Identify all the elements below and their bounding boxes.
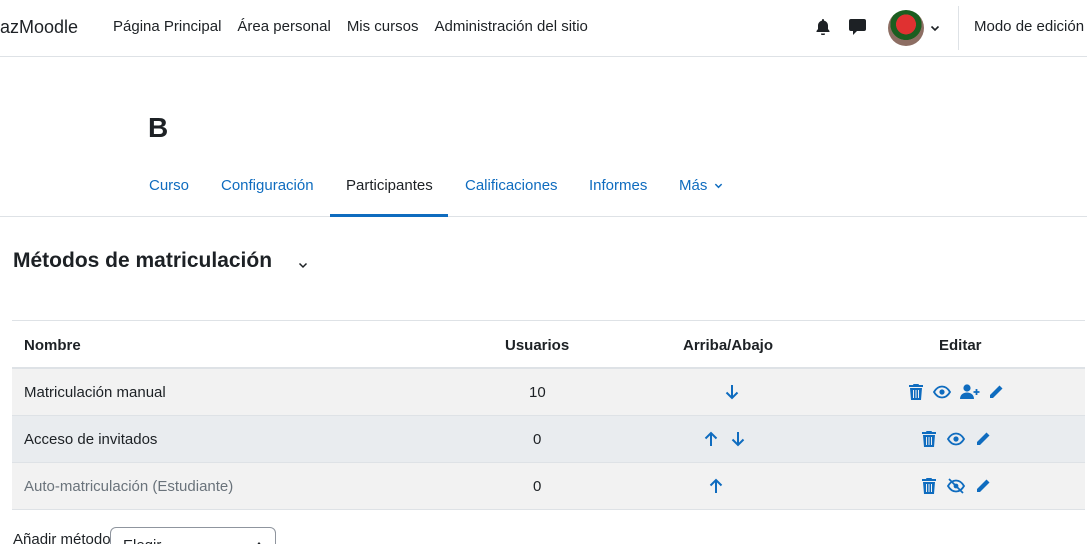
method-users: 0 — [533, 431, 542, 448]
table-row: Matriculación manual 10 — [12, 369, 1085, 416]
tab-more[interactable]: Más — [679, 163, 723, 217]
tab-reports[interactable]: Informes — [589, 163, 647, 217]
header-updown: Arriba/Abajo — [683, 337, 774, 354]
tab-grades[interactable]: Calificaciones — [465, 163, 558, 217]
nav-item-site-admin[interactable]: Administración del sitio — [435, 18, 588, 35]
chat-icon[interactable] — [848, 18, 866, 36]
chevron-down-icon[interactable] — [298, 257, 308, 275]
eye-slash-icon[interactable] — [947, 477, 965, 495]
user-avatar[interactable] — [888, 10, 924, 46]
header-users: Usuarios — [505, 337, 570, 354]
trash-icon[interactable] — [907, 383, 925, 401]
pencil-icon[interactable] — [987, 383, 1005, 401]
table-row: Acceso de invitados 0 — [12, 416, 1085, 463]
arrow-down-icon[interactable] — [723, 383, 741, 401]
edit-mode-toggle[interactable]: Modo de edición — [974, 18, 1084, 35]
table-row: Auto-matriculación (Estudiante) 0 — [12, 463, 1085, 510]
tab-more-label: Más — [679, 177, 708, 194]
pencil-icon[interactable] — [974, 430, 992, 448]
nav-item-my-courses[interactable]: Mis cursos — [347, 18, 419, 35]
navbar-divider — [958, 6, 959, 50]
arrow-up-icon[interactable] — [707, 477, 725, 495]
nav-item-dashboard[interactable]: Área personal — [237, 18, 330, 35]
method-name: Matriculación manual — [24, 384, 166, 401]
select-arrows-icon — [254, 536, 264, 544]
tab-course[interactable]: Curso — [149, 163, 189, 217]
enrolment-methods-table: Nombre Usuarios Arriba/Abajo Editar Matr… — [12, 320, 1085, 510]
trash-icon[interactable] — [920, 430, 938, 448]
add-method-label: Añadir método — [13, 531, 111, 544]
header-name: Nombre — [24, 337, 81, 354]
nav-item-home[interactable]: Página Principal — [113, 18, 221, 35]
top-navbar: azMoodle Página Principal Área personal … — [0, 0, 1087, 57]
site-brand[interactable]: azMoodle — [0, 17, 78, 38]
page-heading: Métodos de matriculación — [13, 249, 273, 272]
bell-icon[interactable] — [814, 18, 832, 36]
enrol-users-icon[interactable] — [960, 383, 980, 401]
eye-icon[interactable] — [947, 430, 965, 448]
add-method-select[interactable]: Elegir... — [110, 527, 276, 544]
tab-settings[interactable]: Configuración — [221, 163, 314, 217]
method-users: 0 — [533, 478, 542, 495]
chevron-down-icon — [714, 183, 722, 189]
secondary-navigation: Curso Configuración Participantes Califi… — [0, 163, 1087, 217]
pencil-icon[interactable] — [974, 477, 992, 495]
course-title: B — [148, 112, 169, 143]
method-name: Acceso de invitados — [24, 431, 158, 448]
table-header: Nombre Usuarios Arriba/Abajo Editar — [12, 321, 1085, 369]
arrow-down-icon[interactable] — [729, 430, 747, 448]
eye-icon[interactable] — [933, 383, 951, 401]
header-edit: Editar — [939, 337, 982, 354]
chevron-down-icon[interactable] — [930, 20, 940, 38]
method-name: Auto-matriculación (Estudiante) — [24, 478, 234, 495]
arrow-up-icon[interactable] — [702, 430, 720, 448]
method-users: 10 — [529, 384, 546, 401]
tab-participants[interactable]: Participantes — [330, 163, 448, 217]
trash-icon[interactable] — [920, 477, 938, 495]
primary-navigation: Página Principal Área personal Mis curso… — [113, 18, 604, 35]
